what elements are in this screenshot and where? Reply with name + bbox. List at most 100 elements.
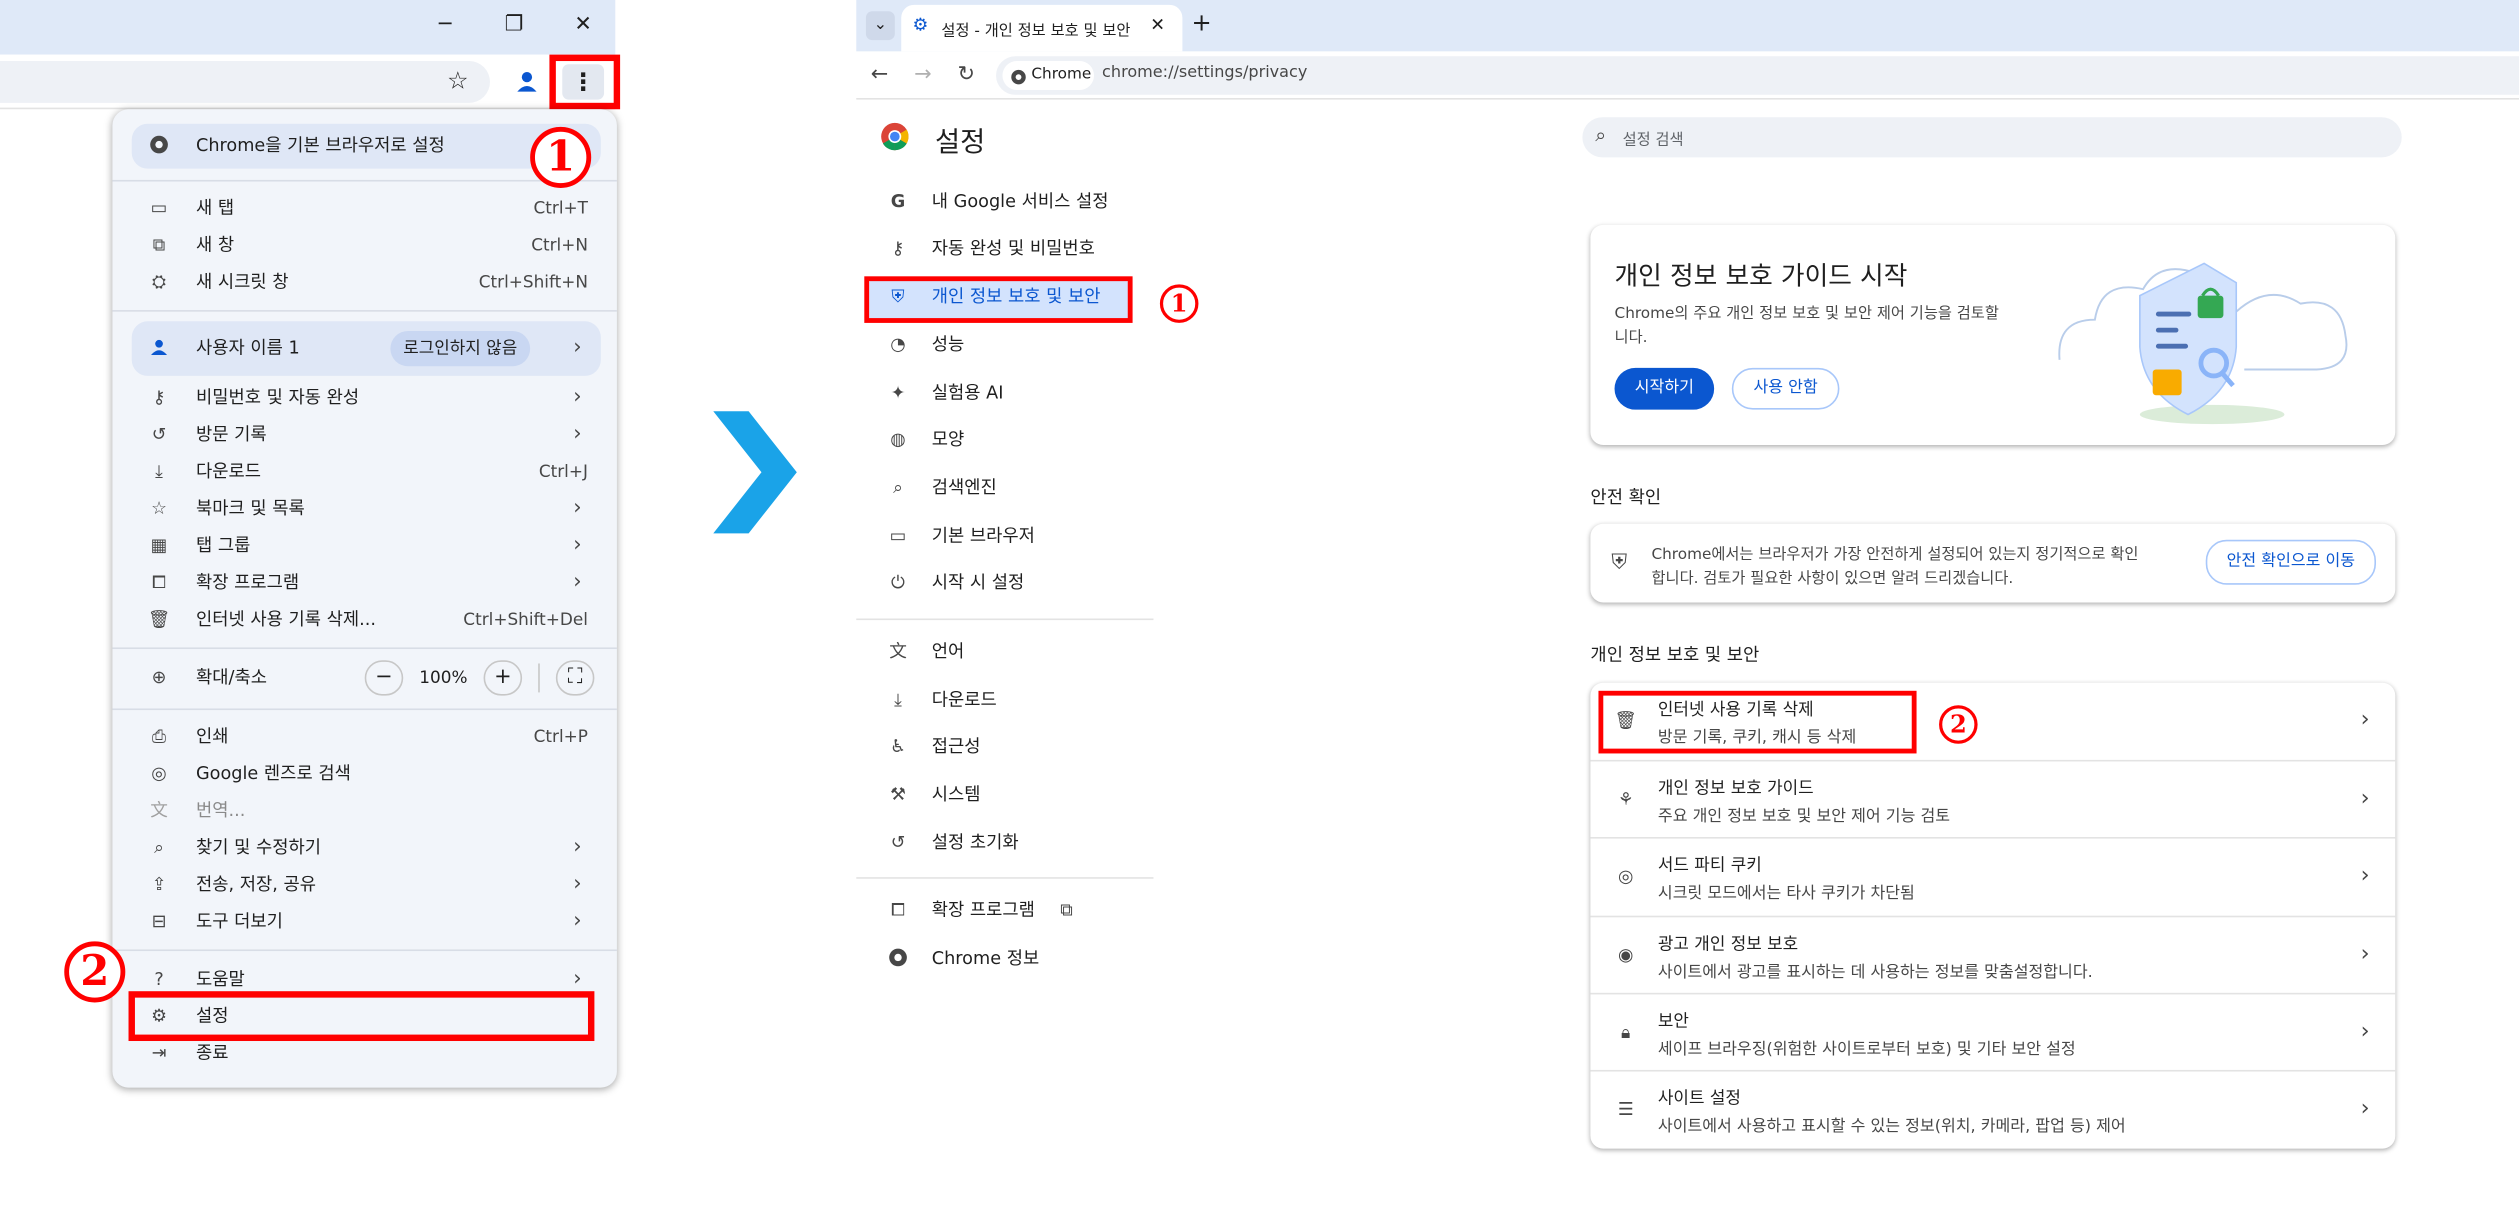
nav-item-extensions[interactable]: ⧠ 확장 프로그램 ⧉: [880, 892, 1153, 931]
key-icon: ⚷: [891, 237, 905, 259]
search-placeholder: 설정 검색: [1622, 131, 1684, 150]
nav-label: 실험용 AI: [931, 382, 1004, 404]
nav-divider: [856, 618, 1154, 621]
menu-item-exit[interactable]: ⇥ 종료: [132, 1036, 601, 1071]
nav-item-downloads[interactable]: ⤓ 다운로드: [880, 681, 1153, 720]
nav-item-default-browser[interactable]: ▭ 기본 브라우저: [880, 517, 1153, 556]
nav-item-accessibility[interactable]: ♿ 접근성: [880, 728, 1153, 767]
tab-title: 설정 - 개인 정보 보호 및 보안: [941, 22, 1131, 41]
toolbox-icon: ⊟: [151, 910, 167, 932]
reset-icon: ↺: [890, 832, 906, 854]
nav-item-system[interactable]: ⚒ 시스템: [880, 776, 1153, 815]
palette-icon: ◍: [890, 428, 906, 450]
menu-label: Chrome을 기본 브라우저로 설정: [195, 134, 445, 156]
menu-item-bookmarks[interactable]: ☆ 북마크 및 목록 ›: [132, 492, 601, 527]
maximize-button[interactable]: ❐: [490, 10, 538, 42]
menu-item-zoom: ⊕ 확대/축소 − 100% + ⛶: [132, 660, 601, 696]
ad-privacy-icon: ◉: [1618, 944, 1634, 966]
nav-item-google-services[interactable]: G 내 Google 서비스 설정: [880, 183, 1153, 222]
nav-item-languages[interactable]: 文 언어: [880, 633, 1153, 672]
step-marker-1: 1: [530, 126, 592, 188]
menu-item-history[interactable]: ↺ 방문 기록 ›: [132, 418, 601, 453]
site-chip[interactable]: Chrome: [1002, 61, 1095, 90]
settings-header: 설정: [934, 126, 986, 160]
fullscreen-button[interactable]: ⛶: [555, 660, 595, 696]
menu-label: 새 창: [195, 234, 235, 256]
menu-item-more-tools[interactable]: ⊟ 도구 더보기 ›: [132, 904, 601, 939]
nav-item-search-engine[interactable]: ⌕ 검색엔진: [880, 469, 1153, 508]
close-window-button[interactable]: ✕: [559, 10, 607, 42]
active-tab[interactable]: ⚙ 설정 - 개인 정보 보호 및 보안 ✕: [901, 4, 1183, 52]
incognito-icon: ⛭: [151, 271, 167, 293]
menu-shortcut: Ctrl+T: [533, 199, 588, 219]
highlight-privacy-nav: [864, 276, 1133, 323]
nav-item-on-startup[interactable]: ⏻ 시작 시 설정: [880, 564, 1153, 603]
menu-item-tab-groups[interactable]: ▦ 탭 그룹 ›: [132, 529, 601, 564]
bookmark-star-icon[interactable]: ☆: [443, 66, 472, 95]
help-icon: ?: [154, 968, 164, 990]
row-site-settings[interactable]: ☰ 사이트 설정 사이트에서 사용하고 표시할 수 있는 정보(위치, 카메라,…: [1590, 1069, 2396, 1147]
menu-label: 종료: [195, 1042, 229, 1064]
row-third-party-cookies[interactable]: ◎ 서드 파티 쿠키 시크릿 모드에서는 타사 쿠키가 차단됨 ›: [1590, 836, 2396, 914]
privacy-guide-icon: ⚘: [1617, 788, 1634, 810]
go-to-safety-check-button[interactable]: 안전 확인으로 이동: [2205, 539, 2377, 585]
menu-label: 새 시크릿 창: [195, 271, 289, 293]
menu-item-new-tab[interactable]: ▭ 새 탭 Ctrl+T: [132, 191, 601, 226]
menu-item-new-window[interactable]: ⧉ 새 창 Ctrl+N: [132, 228, 601, 263]
menu-label: 방문 기록: [195, 424, 267, 446]
download-icon: ⤓: [894, 689, 902, 711]
close-tab-icon[interactable]: ✕: [1150, 14, 1165, 35]
nav-label: 내 Google 서비스 설정: [931, 191, 1109, 213]
new-window-icon: ⧉: [152, 234, 166, 256]
menu-item-extensions[interactable]: ⧠ 확장 프로그램 ›: [132, 565, 601, 600]
left-omnibox[interactable]: [0, 61, 490, 103]
nav-item-autofill[interactable]: ⚷ 자동 완성 및 비밀번호: [880, 230, 1153, 269]
profile-icon[interactable]: [512, 67, 541, 96]
highlight-settings-item: [128, 991, 595, 1042]
privacy-guide-illustration: [2043, 247, 2356, 427]
nav-label: 다운로드: [931, 689, 997, 711]
zoom-icon: ⊕: [151, 666, 167, 688]
tab-search-button[interactable]: ⌄: [865, 11, 895, 41]
menu-item-profile[interactable]: 사용자 이름 1 로그인하지 않음 ›: [132, 330, 601, 367]
menu-item-lens[interactable]: ◎ Google 렌즈로 검색: [132, 757, 601, 792]
row-subtitle: 사이트에서 광고를 표시하는 데 사용하는 정보를 맞춤설정합니다.: [1657, 963, 2093, 982]
row-privacy-guide[interactable]: ⚘ 개인 정보 보호 가이드 주요 개인 정보 보호 및 보안 제어 기능 검토…: [1590, 759, 2396, 837]
minimize-button[interactable]: ─: [421, 10, 469, 42]
menu-item-print[interactable]: ⎙ 인쇄 Ctrl+P: [132, 720, 601, 755]
accessibility-icon: ♿: [890, 735, 906, 757]
menu-item-clear-data[interactable]: 🗑︎ 인터넷 사용 기록 삭제... Ctrl+Shift+Del: [132, 602, 601, 637]
find-icon: ⌕: [154, 836, 164, 858]
zoom-out-button[interactable]: −: [364, 660, 404, 696]
row-security[interactable]: 🔒︎ 보안 세이프 브라우징(위험한 사이트로부터 보호) 및 기타 보안 설정…: [1590, 992, 2396, 1070]
menu-item-downloads[interactable]: ⤓ 다운로드 Ctrl+J: [132, 455, 601, 490]
sparkle-icon: ✦: [890, 382, 906, 404]
menu-item-cast[interactable]: ⇪ 전송, 저장, 공유 ›: [132, 868, 601, 903]
zoom-in-button[interactable]: +: [483, 660, 523, 696]
reload-icon[interactable]: ↻: [957, 63, 975, 87]
menu-item-passwords[interactable]: ⚷ 비밀번호 및 자동 완성 ›: [132, 381, 601, 416]
nav-item-performance[interactable]: ◔ 성능: [880, 326, 1153, 365]
signin-status-badge[interactable]: 로그인하지 않음: [390, 330, 531, 367]
wrench-icon: ⚒: [890, 783, 906, 805]
settings-search-input[interactable]: ⌕ 설정 검색: [1582, 117, 2402, 158]
start-guide-button[interactable]: 시작하기: [1614, 367, 1715, 410]
menu-item-find[interactable]: ⌕ 찾기 및 수정하기 ›: [132, 831, 601, 866]
nav-item-about-chrome[interactable]: Chrome 정보: [880, 940, 1153, 979]
nav-item-experimental-ai[interactable]: ✦ 실험용 AI: [880, 374, 1153, 413]
nav-item-appearance[interactable]: ◍ 모양: [880, 421, 1153, 460]
row-ad-privacy[interactable]: ◉ 광고 개인 정보 보호 사이트에서 광고를 표시하는 데 사용하는 정보를 …: [1590, 915, 2396, 993]
menu-shortcut: Ctrl+Shift+Del: [463, 610, 588, 630]
download-icon: ⤓: [155, 461, 163, 482]
nav-item-reset[interactable]: ↺ 설정 초기화: [880, 824, 1153, 863]
dismiss-guide-button[interactable]: 사용 안함: [1731, 367, 1840, 410]
nav-label: 기본 브라우저: [931, 525, 1035, 547]
back-icon[interactable]: ←: [871, 63, 889, 87]
new-tab-button[interactable]: +: [1189, 8, 1215, 37]
url-text[interactable]: chrome://settings/privacy: [1102, 64, 1307, 82]
forward-icon[interactable]: →: [914, 63, 932, 87]
safety-desc-2: 합니다. 검토가 필요한 사항이 있으면 알려 드리겠습니다.: [1651, 570, 2014, 588]
menu-item-incognito[interactable]: ⛭ 새 시크릿 창 Ctrl+Shift+N: [132, 265, 601, 300]
zoom-level: 100%: [419, 668, 468, 688]
privacy-guide-desc-2: 니다.: [1614, 329, 1648, 348]
